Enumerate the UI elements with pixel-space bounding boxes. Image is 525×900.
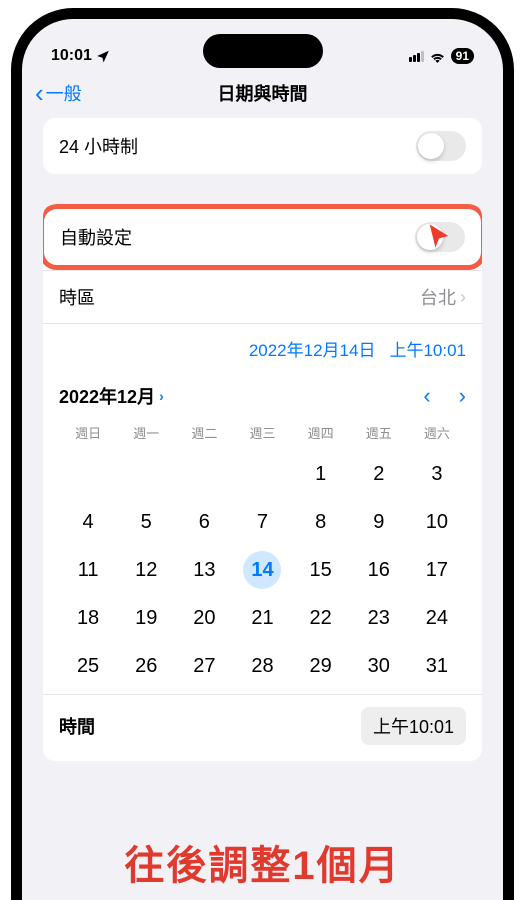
weekday-label: 週五 — [350, 423, 408, 442]
autoset-highlight: 自動設定 — [43, 204, 482, 270]
back-label: 一般 — [46, 80, 82, 106]
calendar-day[interactable]: 4 — [59, 498, 117, 546]
annotation-text: 往後調整1個月 — [27, 833, 498, 895]
calendar-day[interactable]: 2 — [350, 450, 408, 498]
calendar-day[interactable]: 16 — [350, 546, 408, 594]
calendar-day[interactable]: 23 — [350, 594, 408, 642]
calendar-grid: 1234567891011121314151617181920212223242… — [43, 446, 482, 694]
calendar-day[interactable]: 5 — [117, 498, 175, 546]
autoset-row: 自動設定 — [44, 209, 481, 265]
hour24-row: 24 小時制 — [43, 118, 482, 174]
calendar-day[interactable]: 8 — [292, 498, 350, 546]
calendar-day[interactable]: 31 — [408, 642, 466, 690]
calendar-day[interactable]: 13 — [175, 546, 233, 594]
datetime-display: 2022年12月14日 上午10:01 — [43, 323, 482, 373]
calendar-day[interactable]: 1 — [292, 450, 350, 498]
hour24-card: 24 小時制 — [43, 118, 482, 174]
chevron-right-small-icon: › — [159, 388, 164, 404]
calendar-day[interactable]: 17 — [408, 546, 466, 594]
weekday-label: 週二 — [175, 423, 233, 442]
calendar-day[interactable]: 26 — [117, 642, 175, 690]
calendar-empty — [233, 450, 291, 498]
calendar-day[interactable]: 21 — [233, 594, 291, 642]
time-picker[interactable]: 上午10:01 — [361, 707, 466, 745]
calendar-day[interactable]: 7 — [233, 498, 291, 546]
month-picker[interactable]: 2022年12月 › — [59, 383, 164, 409]
calendar-day[interactable]: 19 — [117, 594, 175, 642]
date-display[interactable]: 2022年12月14日 — [249, 336, 376, 361]
calendar-day[interactable]: 12 — [117, 546, 175, 594]
calendar-day[interactable]: 9 — [350, 498, 408, 546]
calendar-day[interactable]: 28 — [233, 642, 291, 690]
chevron-left-icon: ‹ — [35, 80, 44, 106]
weekday-label: 週一 — [117, 423, 175, 442]
next-month-button[interactable]: › — [459, 383, 466, 409]
weekday-label: 週四 — [292, 423, 350, 442]
calendar-day[interactable]: 14 — [233, 546, 291, 594]
weekday-label: 週三 — [233, 423, 291, 442]
prev-month-button[interactable]: ‹ — [423, 383, 430, 409]
dynamic-island — [203, 34, 323, 68]
calendar-day[interactable]: 24 — [408, 594, 466, 642]
back-button[interactable]: ‹ 一般 — [35, 80, 82, 106]
autoset-label: 自動設定 — [60, 224, 132, 250]
time-label: 時間 — [59, 713, 95, 739]
weekday-label: 週六 — [408, 423, 466, 442]
calendar-day[interactable]: 10 — [408, 498, 466, 546]
time-display[interactable]: 上午10:01 — [389, 336, 466, 361]
calendar-day[interactable]: 25 — [59, 642, 117, 690]
weekday-header: 週日週一週二週三週四週五週六 — [43, 419, 482, 446]
calendar-day[interactable]: 15 — [292, 546, 350, 594]
weekday-label: 週日 — [59, 423, 117, 442]
wifi-icon — [429, 50, 446, 63]
calendar-day[interactable]: 29 — [292, 642, 350, 690]
month-label-text: 2022年12月 — [59, 383, 155, 409]
hour24-toggle[interactable] — [416, 131, 466, 161]
timezone-row[interactable]: 時區 台北 › — [43, 270, 482, 323]
chevron-right-icon: › — [460, 287, 466, 308]
battery-icon: 91 — [451, 48, 474, 64]
month-nav: ‹ › — [423, 383, 466, 409]
timezone-value: 台北 — [420, 284, 456, 310]
calendar-day[interactable]: 22 — [292, 594, 350, 642]
autoset-toggle[interactable] — [415, 222, 465, 252]
cursor-icon — [425, 222, 453, 250]
phone-frame: 10:01 91 ‹ 一般 日期與時間 24 小時制 — [11, 8, 514, 900]
cellular-icon — [409, 51, 424, 62]
hour24-label: 24 小時制 — [59, 133, 138, 159]
calendar-day[interactable]: 6 — [175, 498, 233, 546]
datetime-card: 自動設定 時區 台北 › 2022年12月14日 — [43, 204, 482, 761]
calendar-day[interactable]: 30 — [350, 642, 408, 690]
calendar-day[interactable]: 11 — [59, 546, 117, 594]
month-header: 2022年12月 › ‹ › — [43, 373, 482, 419]
calendar-empty — [59, 450, 117, 498]
calendar-empty — [175, 450, 233, 498]
calendar-day[interactable]: 27 — [175, 642, 233, 690]
calendar-day[interactable]: 3 — [408, 450, 466, 498]
calendar-day[interactable]: 18 — [59, 594, 117, 642]
status-time: 10:01 — [51, 47, 92, 65]
calendar-day[interactable]: 20 — [175, 594, 233, 642]
calendar-empty — [117, 450, 175, 498]
nav-bar: ‹ 一般 日期與時間 — [27, 74, 498, 118]
timezone-label: 時區 — [59, 284, 95, 310]
time-row: 時間 上午10:01 — [43, 694, 482, 761]
page-title: 日期與時間 — [27, 80, 498, 106]
location-icon — [96, 49, 110, 63]
